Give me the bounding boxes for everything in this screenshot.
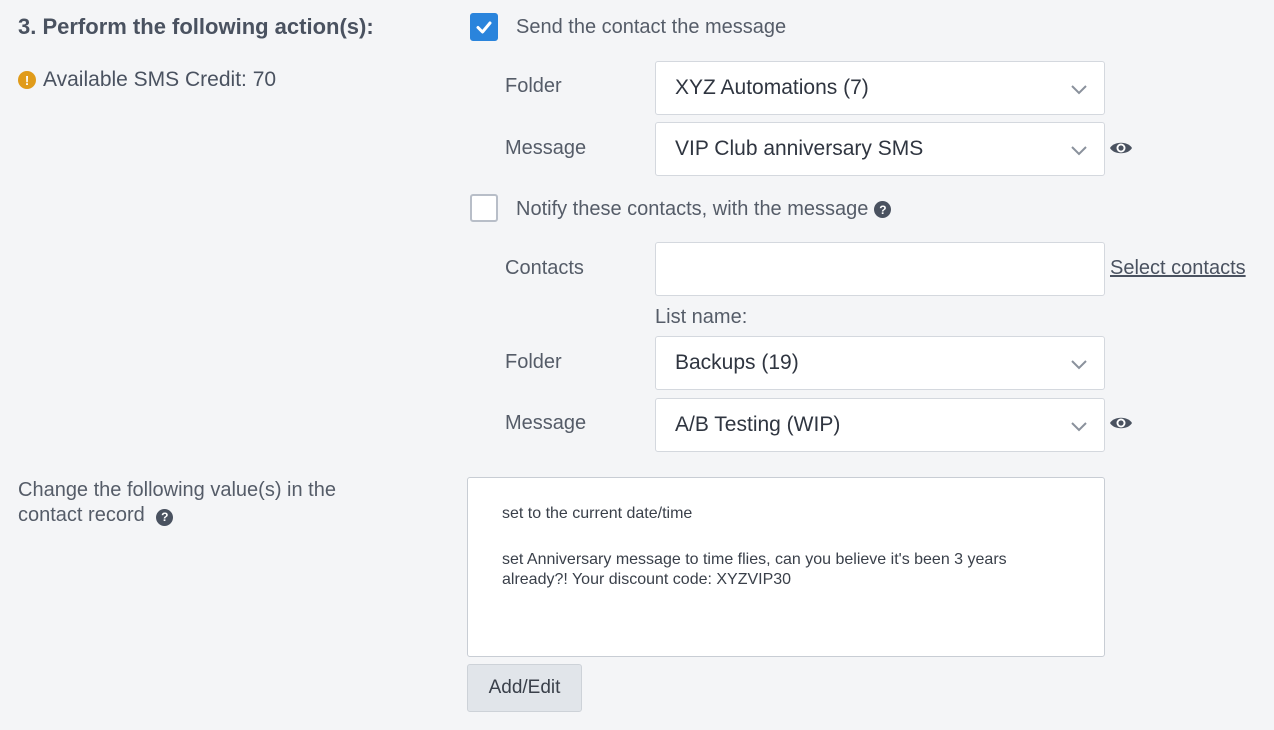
- sms-credit: ! Available SMS Credit: 70: [18, 68, 276, 92]
- folder-label: Folder: [505, 75, 562, 97]
- select-contacts-link[interactable]: Select contacts: [1110, 257, 1246, 280]
- contacts-label: Contacts: [505, 257, 584, 279]
- send-contact-label[interactable]: Send the contact the message: [516, 16, 786, 39]
- warning-icon: !: [18, 71, 36, 89]
- help-icon[interactable]: ?: [156, 509, 174, 526]
- notify-contacts-label[interactable]: Notify these contacts, with the message: [516, 198, 868, 221]
- eye-icon[interactable]: [1109, 140, 1133, 156]
- change-values-text: Change the following value(s) in the con…: [18, 479, 336, 526]
- send-message-value: VIP Club anniversary SMS: [675, 137, 924, 160]
- notify-contacts-row: Notify these contacts, with the message …: [516, 198, 892, 221]
- notify-folder-value: Backups (19): [675, 351, 799, 374]
- add-edit-button[interactable]: Add/Edit: [467, 664, 582, 712]
- notify-contacts-checkbox[interactable]: [470, 194, 498, 222]
- chevron-down-icon: [1071, 146, 1087, 156]
- list-name-label: List name:: [655, 306, 748, 328]
- send-folder-select[interactable]: XYZ Automations (7): [655, 61, 1105, 115]
- message-label: Message: [505, 137, 587, 159]
- help-icon[interactable]: ?: [874, 201, 892, 218]
- notify-message-value: A/B Testing (WIP): [675, 413, 841, 436]
- chevron-down-icon: [1071, 360, 1087, 370]
- sms-credit-text: Available SMS Credit: 70: [43, 68, 277, 91]
- notify-folder-label: Folder: [505, 351, 562, 373]
- chevron-down-icon: [1071, 85, 1087, 95]
- change-value-line: set to the current date/time: [502, 505, 693, 522]
- change-values-label: Change the following value(s) in the con…: [18, 478, 378, 528]
- send-message-select[interactable]: VIP Club anniversary SMS: [655, 122, 1105, 176]
- section-title: 3. Perform the following action(s):: [18, 14, 374, 39]
- send-folder-value: XYZ Automations (7): [675, 76, 869, 99]
- notify-message-select[interactable]: A/B Testing (WIP): [655, 398, 1105, 452]
- check-icon: [476, 21, 492, 34]
- change-values-textbox[interactable]: set to the current date/time set Anniver…: [467, 477, 1105, 657]
- notify-folder-select[interactable]: Backups (19): [655, 336, 1105, 390]
- send-contact-checkbox[interactable]: [470, 13, 498, 41]
- chevron-down-icon: [1071, 422, 1087, 432]
- eye-icon[interactable]: [1109, 415, 1133, 431]
- change-value-line: set Anniversary message to time flies, c…: [502, 551, 1007, 588]
- notify-message-label: Message: [505, 412, 587, 434]
- contacts-input[interactable]: [655, 242, 1105, 296]
